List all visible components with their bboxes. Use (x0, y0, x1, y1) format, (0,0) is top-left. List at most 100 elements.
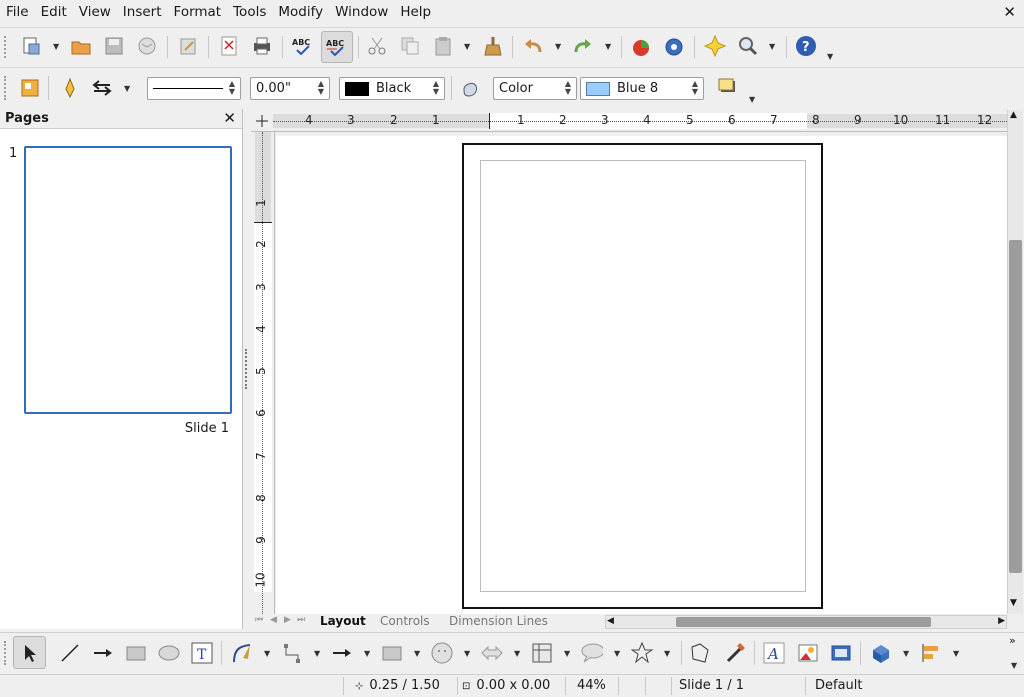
block-arrows-dropdown-icon[interactable]: ▼ (514, 649, 520, 658)
connector-icon[interactable] (281, 642, 303, 664)
vertical-ruler[interactable]: 1 2 3 4 5 6 7 8 9 10 (251, 132, 275, 614)
slide-canvas[interactable] (276, 136, 1007, 614)
spellcheck-icon[interactable]: ABC (291, 35, 313, 57)
horizontal-ruler[interactable]: 4 3 2 1 1 2 3 4 5 6 7 8 9 10 11 12 (251, 110, 1007, 132)
connector-dropdown-icon[interactable]: ▼ (314, 649, 320, 658)
line-color-field[interactable]: Black ▲ ▼ (339, 77, 445, 100)
line-icon[interactable] (59, 77, 81, 99)
new-dropdown-icon[interactable]: ▼ (53, 42, 59, 51)
select-icon[interactable] (13, 636, 46, 669)
menu-window[interactable]: Window (329, 0, 394, 25)
stars-icon[interactable] (631, 642, 653, 664)
gallery-icon[interactable] (830, 642, 852, 664)
scroll-left-icon[interactable]: ◀ (607, 616, 614, 626)
tab-first-icon[interactable]: ⏮ (255, 615, 263, 625)
email-icon[interactable] (136, 35, 158, 57)
close-document-icon[interactable]: ✕ (1003, 3, 1016, 21)
points-icon[interactable] (689, 642, 711, 664)
print-icon[interactable] (251, 35, 273, 57)
extrusion-icon[interactable] (870, 642, 892, 664)
lines-arrows-icon[interactable] (331, 642, 353, 664)
callouts-icon[interactable] (581, 642, 603, 664)
menu-file[interactable]: File (0, 0, 35, 25)
area-color-spin-icon[interactable]: ▲ ▼ (690, 80, 700, 97)
effects-icon[interactable] (704, 35, 726, 57)
flowchart-dropdown-icon[interactable]: ▼ (564, 649, 570, 658)
styles-formatting-icon[interactable] (19, 77, 41, 99)
line-width-field[interactable]: 0.00" ▲ ▼ (250, 77, 330, 100)
clone-formatting-icon[interactable] (482, 35, 504, 57)
undo-icon[interactable] (522, 35, 544, 57)
navigator-icon[interactable] (663, 35, 685, 57)
toolbar-overflow-icon[interactable]: ▼ (749, 95, 755, 104)
arrow-style-icon[interactable] (91, 77, 113, 99)
slide-page[interactable] (462, 143, 823, 609)
menu-help[interactable]: Help (394, 0, 437, 25)
flowchart-icon[interactable] (531, 642, 553, 664)
basic-shapes-dropdown-icon[interactable]: ▼ (414, 649, 420, 658)
symbol-shapes-dropdown-icon[interactable]: ▼ (464, 649, 470, 658)
ruler-origin-icon[interactable] (255, 114, 269, 128)
curve-icon[interactable] (231, 642, 253, 664)
zoom-dropdown-icon[interactable]: ▼ (769, 42, 775, 51)
new-document-icon[interactable] (20, 35, 42, 57)
close-icon[interactable]: ✕ (223, 109, 236, 127)
curve-dropdown-icon[interactable]: ▼ (264, 649, 270, 658)
symbol-shapes-icon[interactable] (431, 642, 453, 664)
menu-edit[interactable]: Edit (35, 0, 73, 25)
scroll-up-icon[interactable]: ▲ (1010, 110, 1017, 120)
horizontal-scrollbar-thumb[interactable] (676, 617, 931, 627)
menu-view[interactable]: View (73, 0, 117, 25)
redo-icon[interactable] (572, 35, 594, 57)
line-width-spin-icon[interactable]: ▲ ▼ (316, 80, 326, 97)
tab-last-icon[interactable]: ⏭ (297, 615, 305, 625)
callouts-dropdown-icon[interactable]: ▼ (614, 649, 620, 658)
area-style-spin-icon[interactable]: ▲ ▼ (563, 80, 573, 97)
tab-prev-icon[interactable]: ◀ (270, 615, 277, 625)
paste-dropdown-icon[interactable]: ▼ (464, 42, 470, 51)
line-icon[interactable] (59, 642, 81, 664)
menu-modify[interactable]: Modify (272, 0, 329, 25)
lines-arrows-dropdown-icon[interactable]: ▼ (364, 649, 370, 658)
scroll-down-icon[interactable]: ▼ (1010, 598, 1017, 608)
extrusion-dropdown-icon[interactable]: ▼ (903, 649, 909, 658)
autospellcheck-icon[interactable]: ABC (321, 31, 353, 63)
status-zoom[interactable]: 44% (577, 677, 619, 695)
menu-insert[interactable]: Insert (117, 0, 168, 25)
copy-icon[interactable] (399, 35, 421, 57)
menu-tools[interactable]: Tools (227, 0, 272, 25)
toolbar-overflow-dropdown-icon[interactable]: ▼ (1011, 661, 1017, 670)
stars-dropdown-icon[interactable]: ▼ (664, 649, 670, 658)
toolbar-overflow-icon[interactable]: » (1009, 634, 1016, 647)
zoom-icon[interactable] (737, 35, 759, 57)
tab-next-icon[interactable]: ▶ (284, 615, 291, 625)
line-color-spin-icon[interactable]: ▲ ▼ (431, 80, 441, 97)
save-icon[interactable] (103, 35, 125, 57)
text-icon[interactable]: T (191, 642, 213, 664)
splitter-handle-icon[interactable] (245, 349, 247, 389)
align-icon[interactable] (920, 642, 942, 664)
vertical-scrollbar-thumb[interactable] (1009, 240, 1022, 573)
menu-format[interactable]: Format (168, 0, 228, 25)
redo-dropdown-icon[interactable]: ▼ (605, 42, 611, 51)
from-file-icon[interactable] (797, 642, 819, 664)
toolbar-grip[interactable] (4, 76, 8, 100)
arrow-style-dropdown-icon[interactable]: ▼ (124, 84, 130, 93)
area-icon[interactable] (459, 77, 481, 99)
tab-dimension-lines[interactable]: Dimension Lines (449, 614, 548, 630)
arrow-line-icon[interactable] (92, 642, 114, 664)
scroll-right-icon[interactable]: ▶ (998, 616, 1005, 626)
undo-dropdown-icon[interactable]: ▼ (555, 42, 561, 51)
export-pdf-icon[interactable] (218, 35, 240, 57)
open-icon[interactable] (70, 35, 92, 57)
tab-layout[interactable]: Layout (320, 614, 366, 630)
rectangle-icon[interactable] (125, 642, 147, 664)
chart-icon[interactable] (630, 35, 652, 57)
help-icon[interactable]: ? (795, 35, 817, 57)
slide-thumbnail[interactable] (24, 146, 232, 414)
panel-splitter[interactable] (243, 109, 250, 629)
line-style-spin-icon[interactable]: ▲ ▼ (227, 80, 237, 97)
vertical-scrollbar[interactable]: ▲ ▼ (1007, 110, 1023, 614)
area-color-field[interactable]: Blue 8 ▲ ▼ (580, 77, 704, 100)
paste-icon[interactable] (432, 35, 454, 57)
